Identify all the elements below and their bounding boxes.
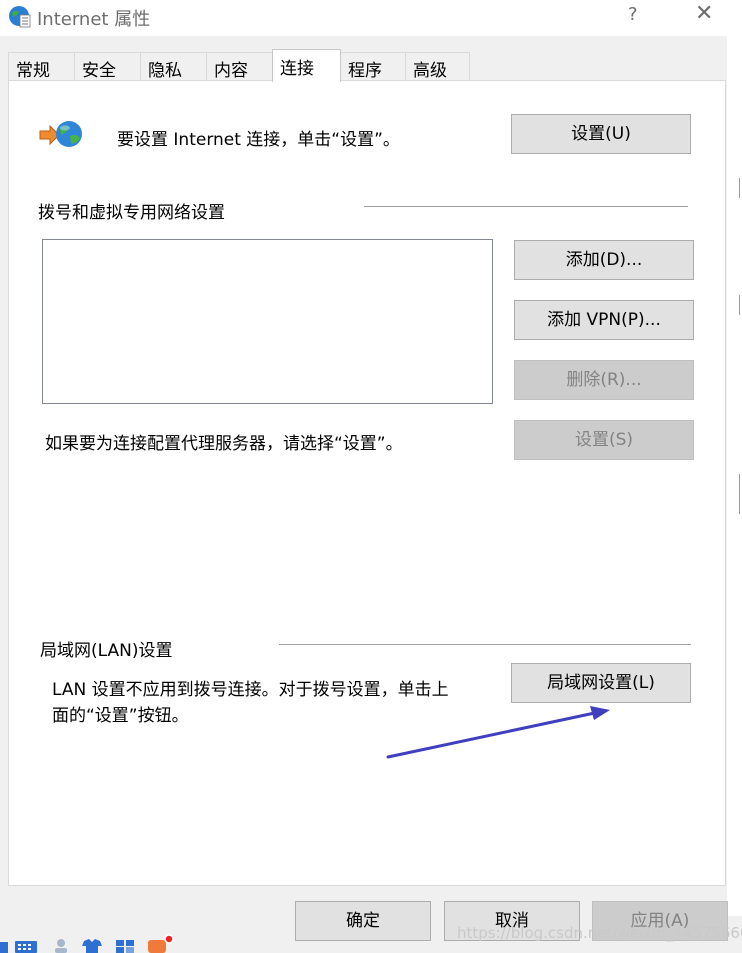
watermark: https://blog.csdn.net/weixin_44575660 (457, 924, 742, 942)
dialup-divider (364, 206, 688, 207)
add-vpn-button[interactable]: 添加 VPN(P)... (514, 300, 694, 340)
proxy-note: 如果要为连接配置代理服务器，请选择“设置”。 (45, 434, 403, 454)
connection-wizard-icon (39, 121, 82, 147)
tab-programs[interactable]: 程序 (340, 52, 406, 81)
annotation-arrow (386, 706, 610, 759)
apps-icon[interactable] (114, 938, 136, 953)
scroll-tick (739, 474, 740, 514)
lan-note-line2: 面的“设置”按钮。 (52, 706, 189, 726)
tab-connections[interactable]: 连接 (272, 49, 341, 82)
user-icon[interactable] (52, 938, 70, 953)
tab-advanced[interactable]: 高级 (405, 52, 470, 81)
setup-description: 要设置 Internet 连接，单击“设置”。 (117, 130, 400, 150)
help-button[interactable]: ? (628, 4, 638, 25)
shirt-icon[interactable] (81, 938, 103, 953)
lan-settings-button[interactable]: 局域网设置(L) (511, 663, 691, 703)
dialup-heading: 拨号和虚拟专用网络设置 (38, 203, 225, 223)
scroll-tick (739, 178, 740, 198)
scroll-tick (739, 295, 740, 315)
notification-icon[interactable] (146, 934, 176, 953)
lan-note-line1: LAN 设置不应用到拨号连接。对于拨号设置，单击上 (52, 680, 449, 700)
setup-button[interactable]: 设置(U) (511, 114, 691, 154)
tab-security[interactable]: 安全 (74, 52, 141, 81)
lan-divider (279, 644, 691, 645)
internet-globe-icon (9, 6, 31, 28)
window-title: Internet 属性 (37, 9, 151, 30)
connections-list[interactable] (42, 239, 493, 404)
tab-general[interactable]: 常规 (8, 52, 75, 81)
remove-button[interactable]: 删除(R)... (514, 360, 694, 400)
dialup-settings-button[interactable]: 设置(S) (514, 420, 694, 460)
close-button[interactable]: ✕ (695, 1, 713, 26)
tab-privacy[interactable]: 隐私 (140, 52, 207, 81)
add-button[interactable]: 添加(D)... (514, 240, 694, 280)
title-bar: Internet 属性 ? ✕ (0, 0, 742, 36)
keyboard-icon[interactable] (14, 938, 38, 953)
lan-heading: 局域网(LAN)设置 (40, 641, 173, 661)
tab-content[interactable]: 内容 (206, 52, 273, 81)
